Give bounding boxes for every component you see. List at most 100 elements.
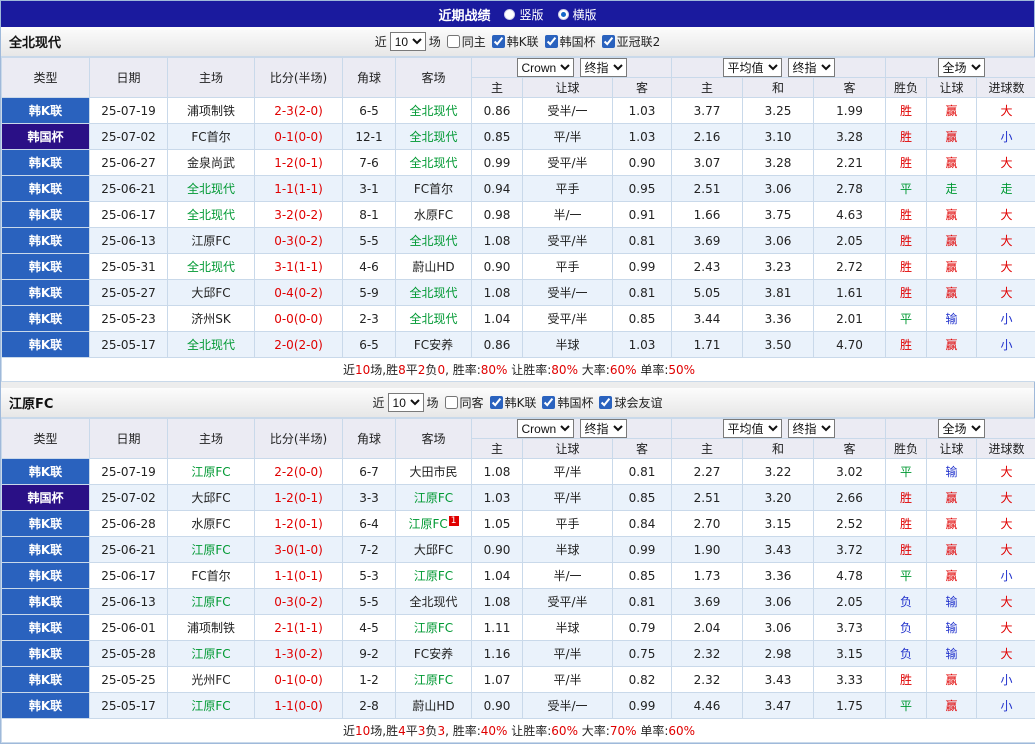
column-header: 主场 [168, 58, 255, 98]
games-count-select[interactable]: 10 [388, 393, 424, 412]
league-cell: 韩K联 [2, 589, 90, 615]
score-cell: 2-2(0-0) [255, 459, 343, 485]
date-cell: 25-05-17 [90, 693, 168, 719]
filter-option[interactable]: 韩国杯 [542, 394, 593, 411]
avg-home-odds-cell: 3.77 [672, 98, 743, 124]
date-cell: 25-06-28 [90, 511, 168, 537]
sub-column-header: 让球 [523, 439, 613, 459]
average-source-select[interactable]: 终指 [788, 58, 835, 77]
sub-column-header: 进球数 [977, 78, 1035, 98]
league-cell: 韩K联 [2, 254, 90, 280]
handicap-source-select[interactable]: Crown [517, 58, 574, 77]
filter-checkbox[interactable] [447, 35, 460, 48]
filter-option[interactable]: 亚冠联2 [602, 33, 661, 50]
score-cell: 1-1(0-1) [255, 563, 343, 589]
filter-option[interactable]: 球会友谊 [599, 394, 662, 411]
avg-home-odds-cell: 2.16 [672, 124, 743, 150]
avg-home-odds-cell: 2.04 [672, 615, 743, 641]
summary-segment: , 胜率: [445, 724, 481, 738]
handicap-result-cell: 输 [927, 459, 977, 485]
view-option[interactable]: 横版 [558, 6, 597, 23]
average-source-select[interactable]: 平均值 [723, 419, 782, 438]
handicap-source-select[interactable]: 终指 [580, 419, 627, 438]
corner-cell: 7-2 [343, 537, 396, 563]
home-team-cell: FC首尔 [168, 124, 255, 150]
filter-checkbox[interactable] [490, 396, 503, 409]
avg-draw-odds-cell: 3.06 [743, 176, 814, 202]
home-team-cell: 全北现代 [168, 254, 255, 280]
away-team-cell: 大邱FC [396, 537, 472, 563]
filter-option[interactable]: 同客 [445, 394, 484, 411]
sub-column-header: 进球数 [977, 439, 1035, 459]
corner-cell: 4-5 [343, 615, 396, 641]
handicap-home-odds-cell: 0.86 [472, 98, 523, 124]
result-cell: 负 [886, 641, 927, 667]
result-cell: 胜 [886, 98, 927, 124]
goals-result-cell: 大 [977, 615, 1035, 641]
range-prefix-label: 近 [373, 394, 385, 411]
score-cell: 1-2(0-1) [255, 485, 343, 511]
corner-cell: 2-8 [343, 693, 396, 719]
league-cell: 韩K联 [2, 332, 90, 358]
summary-segment: 80% [481, 363, 508, 377]
summary-segment: 近 [343, 363, 355, 377]
column-header: 客场 [396, 58, 472, 98]
games-count-select[interactable]: 10 [390, 32, 426, 51]
filter-checkbox[interactable] [599, 396, 612, 409]
handicap-away-odds-cell: 0.91 [613, 202, 672, 228]
result-cell: 负 [886, 589, 927, 615]
away-team-cell: FC安养 [396, 332, 472, 358]
goals-result-cell: 小 [977, 563, 1035, 589]
score-cell: 0-4(0-2) [255, 280, 343, 306]
handicap-cell: 平/半 [523, 485, 613, 511]
handicap-cell: 半球 [523, 332, 613, 358]
summary-segment: 10 [355, 363, 370, 377]
filter-option[interactable]: 同主 [447, 33, 486, 50]
avg-draw-odds-cell: 2.98 [743, 641, 814, 667]
filter-checkbox[interactable] [602, 35, 615, 48]
away-team-cell: 蔚山HD [396, 254, 472, 280]
handicap-source-select[interactable]: 终指 [580, 58, 627, 77]
radio-icon[interactable] [558, 9, 569, 20]
avg-away-odds-cell: 3.15 [814, 641, 886, 667]
handicap-source-select[interactable]: Crown [517, 419, 574, 438]
filter-option[interactable]: 韩K联 [492, 33, 539, 50]
filter-checkbox[interactable] [492, 35, 505, 48]
handicap-cell: 半球 [523, 615, 613, 641]
average-source-select[interactable]: 终指 [788, 419, 835, 438]
away-team-cell: 全北现代 [396, 280, 472, 306]
average-source-select[interactable]: 平均值 [723, 58, 782, 77]
away-team-label: 蔚山HD [412, 260, 454, 274]
filter-option[interactable]: 韩K联 [490, 394, 537, 411]
handicap-away-odds-cell: 1.03 [613, 332, 672, 358]
handicap-result-cell: 赢 [927, 254, 977, 280]
filter-checkbox[interactable] [542, 396, 555, 409]
result-cell: 胜 [886, 537, 927, 563]
scope-select[interactable]: 全场 [938, 419, 985, 438]
view-option[interactable]: 竖版 [504, 6, 543, 23]
handicap-home-odds-cell: 0.90 [472, 254, 523, 280]
filter-checkbox[interactable] [545, 35, 558, 48]
filter-option[interactable]: 韩国杯 [545, 33, 596, 50]
away-team-label: 江原FC [414, 621, 453, 635]
results-table: 类型日期主场比分(半场)角球客场Crown终指平均值终指全场主让球客主和客胜负让… [1, 418, 1035, 743]
date-cell: 25-05-28 [90, 641, 168, 667]
summary-segment: 60% [668, 724, 695, 738]
result-cell: 平 [886, 306, 927, 332]
score-cell: 1-1(0-0) [255, 693, 343, 719]
goals-result-cell: 大 [977, 537, 1035, 563]
corner-cell: 4-6 [343, 254, 396, 280]
date-cell: 25-05-27 [90, 280, 168, 306]
handicap-away-odds-cell: 0.81 [613, 228, 672, 254]
home-team-cell: 水原FC [168, 511, 255, 537]
scope-select[interactable]: 全场 [938, 58, 985, 77]
handicap-home-odds-cell: 0.90 [472, 537, 523, 563]
radio-icon[interactable] [504, 9, 515, 20]
match-row: 韩K联25-06-17全北现代3-2(0-2)8-1水原FC0.98半/一0.9… [2, 202, 1035, 228]
handicap-result-cell: 赢 [927, 537, 977, 563]
column-header: 主场 [168, 419, 255, 459]
handicap-away-odds-cell: 0.81 [613, 459, 672, 485]
filter-checkbox[interactable] [445, 396, 458, 409]
summary-segment: 让胜率: [507, 724, 551, 738]
filter-label: 韩国杯 [560, 33, 596, 50]
